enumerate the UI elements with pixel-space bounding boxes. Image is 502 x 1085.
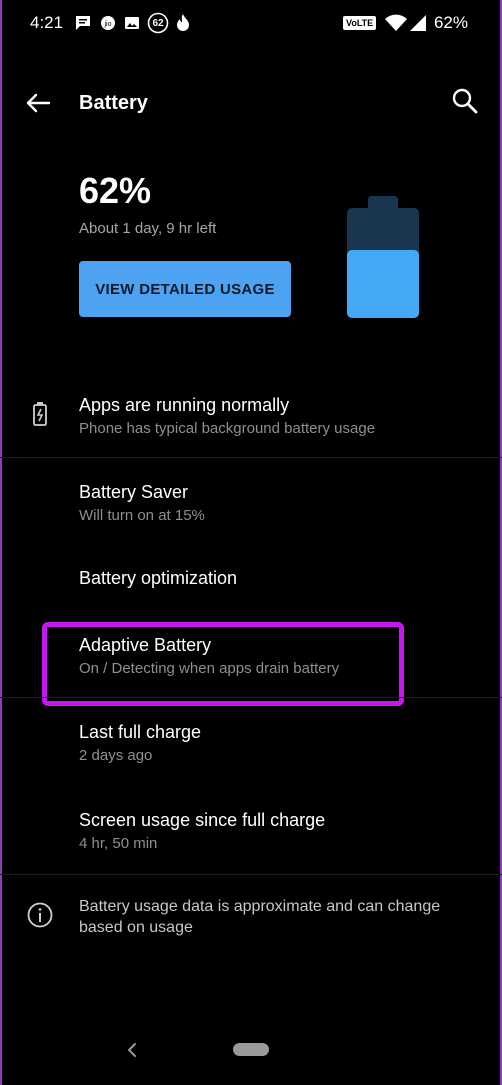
list-item-subtitle: Phone has typical background battery usa… xyxy=(79,420,376,437)
list-item-title: Battery optimization xyxy=(79,568,238,588)
divider xyxy=(0,697,502,698)
divider xyxy=(0,457,502,458)
svg-text:jio: jio xyxy=(103,21,111,28)
volte-badge: VoLTE xyxy=(343,13,377,33)
page-title: Battery xyxy=(79,92,148,114)
info-icon xyxy=(26,901,54,929)
status-time: 4:21 xyxy=(30,13,64,32)
status-battery-percent: 62% xyxy=(433,13,468,32)
battery-level-icon xyxy=(347,196,419,318)
highlight-box xyxy=(42,622,404,706)
search-icon xyxy=(452,88,478,114)
list-item-screen-usage[interactable]: Screen usage since full charge 4 hr, 50 … xyxy=(0,798,502,864)
list-item-battery-optimization[interactable]: Battery optimization xyxy=(0,556,502,606)
message-icon xyxy=(74,13,92,33)
status-bar: 4:21 jio 62 VoLTE 62% xyxy=(0,0,502,46)
nav-home-pill[interactable] xyxy=(233,1043,269,1056)
list-item-title: Battery Saver xyxy=(79,482,189,502)
list-item-subtitle: 4 hr, 50 min xyxy=(79,835,158,852)
app-bar: Battery xyxy=(0,70,502,134)
nav-back-button[interactable] xyxy=(125,1040,139,1060)
view-detailed-usage-button[interactable]: VIEW DETAILED USAGE xyxy=(79,261,291,317)
wifi-icon xyxy=(384,13,408,33)
chevron-left-icon xyxy=(128,1043,136,1057)
jio-icon: jio xyxy=(100,13,116,33)
search-button[interactable] xyxy=(450,86,480,116)
divider xyxy=(0,874,502,875)
image-icon xyxy=(124,13,140,33)
list-item-title: Last full charge xyxy=(79,722,202,742)
cell-signal-icon xyxy=(409,13,427,33)
back-button[interactable] xyxy=(22,88,52,118)
list-item-subtitle: Will turn on at 15% xyxy=(79,507,205,524)
notification-count-badge: 62 xyxy=(147,12,169,34)
list-item-last-full-charge[interactable]: Last full charge 2 days ago xyxy=(0,710,502,776)
battery-time-left: About 1 day, 9 hr left xyxy=(79,220,217,237)
list-item-title: Screen usage since full charge xyxy=(79,810,326,830)
battery-percent: 62% xyxy=(79,170,152,211)
list-item-title: Apps are running normally xyxy=(79,395,290,415)
flame-icon xyxy=(174,13,192,33)
battery-alert-icon xyxy=(26,400,54,428)
list-item-battery-saver[interactable]: Battery Saver Will turn on at 15% xyxy=(0,470,502,536)
arrow-left-icon xyxy=(26,93,51,113)
battery-usage-disclaimer: Battery usage data is approximate and ca… xyxy=(79,898,441,936)
list-item-subtitle: 2 days ago xyxy=(79,747,153,764)
list-item-apps-status[interactable]: Apps are running normally Phone has typi… xyxy=(0,385,502,457)
